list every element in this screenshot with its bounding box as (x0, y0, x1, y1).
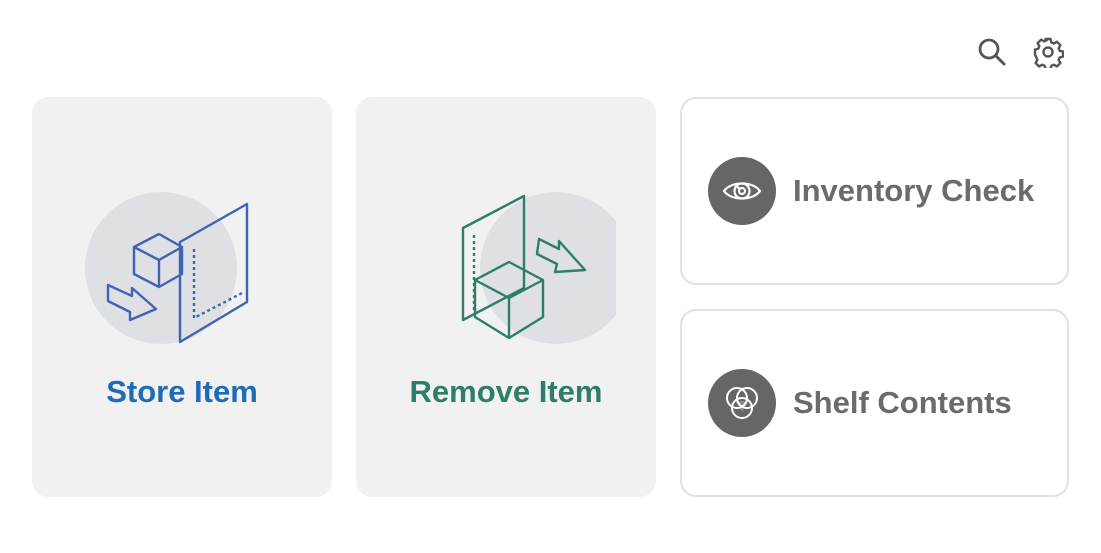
shelf-contents-label: Shelf Contents (793, 385, 1012, 420)
shelf-contents-tile[interactable]: Shelf Contents (680, 309, 1069, 497)
store-item-illustration (85, 192, 249, 344)
search-icon (978, 38, 1006, 66)
store-item-card[interactable]: Store Item (32, 97, 332, 497)
inventory-check-tile[interactable]: Inventory Check (680, 97, 1069, 285)
settings-button[interactable] (1030, 34, 1066, 70)
eye-icon (708, 157, 776, 225)
remove-item-card[interactable]: Remove Item (356, 97, 656, 497)
gear-icon (1033, 37, 1064, 68)
shelf-contents-icon (708, 369, 776, 437)
remove-item-label: Remove Item (409, 374, 603, 409)
inventory-check-label: Inventory Check (793, 173, 1035, 208)
search-button[interactable] (974, 34, 1010, 70)
store-item-label: Store Item (106, 374, 258, 409)
remove-item-illustration (461, 192, 616, 344)
